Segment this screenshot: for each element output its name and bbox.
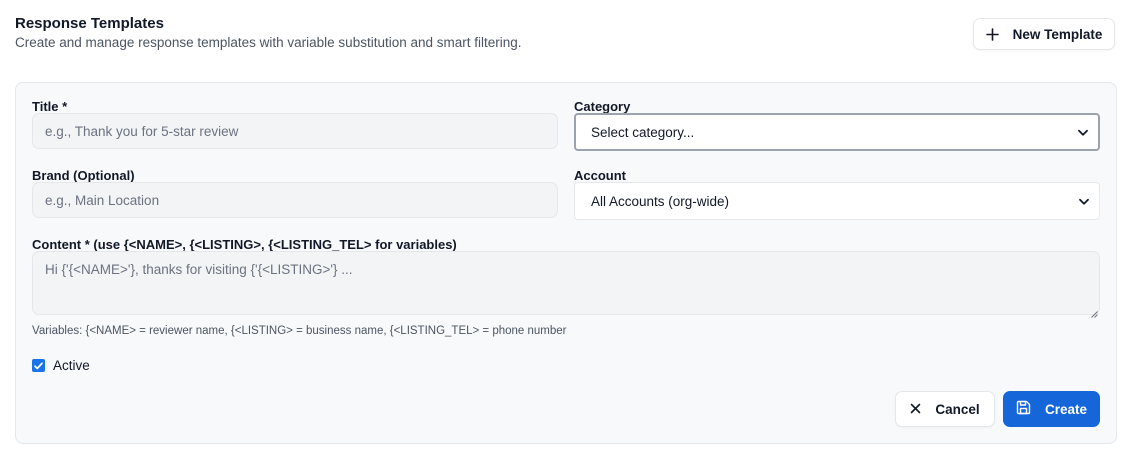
page-subtitle: Create and manage response templates wit… bbox=[15, 35, 522, 50]
title-label: Title * bbox=[32, 99, 68, 114]
resize-grip-icon[interactable] bbox=[1091, 305, 1098, 323]
account-select[interactable]: All Accounts (org-wide) bbox=[574, 182, 1100, 220]
page-title: Response Templates bbox=[15, 15, 164, 32]
cancel-button[interactable]: Cancel bbox=[895, 391, 995, 427]
page-header: Response Templates Create and manage res… bbox=[15, 14, 1115, 54]
active-label: Active bbox=[53, 358, 90, 373]
new-template-button[interactable]: New Template bbox=[973, 18, 1115, 50]
variables-hint: Variables: {<NAME> = reviewer name, {<LI… bbox=[32, 325, 567, 337]
chevron-down-icon bbox=[1078, 125, 1088, 140]
active-checkbox[interactable] bbox=[32, 359, 45, 372]
category-select-value: Select category... bbox=[591, 124, 695, 140]
save-icon bbox=[1016, 400, 1031, 418]
content-textarea[interactable] bbox=[32, 251, 1100, 315]
plus-icon bbox=[985, 27, 999, 41]
new-template-label: New Template bbox=[1012, 26, 1103, 42]
close-icon bbox=[910, 402, 921, 417]
content-label: Content * (use {<NAME>, {<LISTING>, {<LI… bbox=[32, 237, 457, 252]
cancel-label: Cancel bbox=[935, 401, 980, 417]
chevron-down-icon bbox=[1079, 194, 1089, 209]
account-label: Account bbox=[574, 168, 626, 183]
create-label: Create bbox=[1044, 401, 1088, 417]
brand-label: Brand (Optional) bbox=[32, 168, 135, 183]
category-select[interactable]: Select category... bbox=[574, 113, 1100, 151]
account-select-value: All Accounts (org-wide) bbox=[591, 193, 730, 209]
checkmark-icon bbox=[34, 357, 43, 375]
title-input[interactable] bbox=[32, 113, 558, 149]
brand-input[interactable] bbox=[32, 182, 558, 218]
template-form: Title * Category Select category... Bran… bbox=[15, 82, 1117, 444]
category-label: Category bbox=[574, 99, 631, 114]
create-button[interactable]: Create bbox=[1003, 391, 1100, 427]
